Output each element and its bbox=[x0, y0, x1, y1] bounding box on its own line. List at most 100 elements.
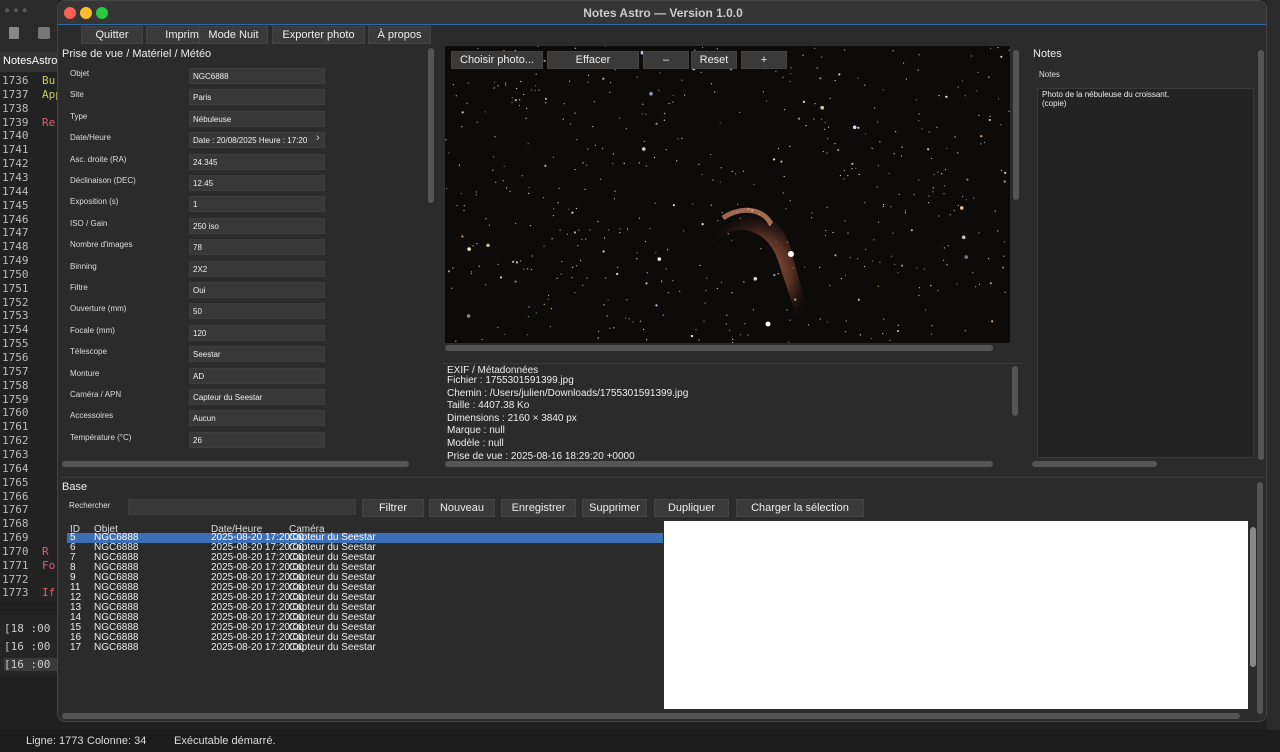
field-value-input[interactable]: Date : 20/08/2025 Heure : 17:20 bbox=[189, 132, 325, 149]
night-mode-button[interactable]: Mode Nuit bbox=[199, 26, 268, 44]
star bbox=[481, 338, 483, 341]
notes-horizontal-scrollbar[interactable] bbox=[1032, 461, 1157, 467]
star bbox=[844, 274, 846, 276]
vertical-scrollbar[interactable] bbox=[428, 48, 434, 203]
field-value-input[interactable]: 24.345 bbox=[189, 153, 325, 170]
delete-button[interactable]: Supprimer bbox=[582, 499, 647, 517]
field-value-input[interactable]: Capteur du Seestar bbox=[189, 389, 325, 405]
star bbox=[811, 217, 813, 219]
line-number: 1755 bbox=[2, 337, 29, 351]
zoom-out-button[interactable]: – bbox=[643, 51, 689, 69]
field-value-input[interactable]: Aucun bbox=[189, 410, 325, 427]
ide-tab[interactable]: NotesAstro2 bbox=[0, 52, 58, 72]
star bbox=[837, 148, 840, 152]
star bbox=[552, 156, 554, 158]
zoom-in-button[interactable]: + bbox=[741, 51, 787, 69]
field-value-input[interactable]: Nébuleuse bbox=[189, 110, 325, 127]
star bbox=[731, 239, 733, 241]
star bbox=[587, 148, 589, 150]
duplicate-button[interactable]: Dupliquer bbox=[654, 499, 729, 517]
star bbox=[882, 203, 885, 206]
copy-icon[interactable] bbox=[38, 27, 50, 39]
star bbox=[645, 282, 648, 285]
star bbox=[978, 283, 981, 285]
new-button[interactable]: Nouveau bbox=[429, 499, 495, 517]
line-number: 1758 bbox=[2, 378, 29, 392]
save-button[interactable]: Enregistrer bbox=[501, 499, 576, 517]
quit-button[interactable]: Quitter bbox=[81, 26, 143, 44]
star bbox=[824, 234, 826, 236]
star bbox=[820, 105, 824, 110]
exif-line: Prise de vue : 2025-08-16 18:29:20 +0000 bbox=[447, 450, 635, 462]
star bbox=[467, 247, 471, 251]
star bbox=[829, 284, 831, 287]
filter-button[interactable]: Filtrer bbox=[362, 499, 424, 517]
star bbox=[804, 266, 806, 268]
star bbox=[737, 203, 739, 205]
search-input[interactable] bbox=[128, 499, 356, 515]
field-value-input[interactable]: AD bbox=[189, 367, 325, 384]
star bbox=[484, 111, 486, 113]
file-icon[interactable] bbox=[9, 27, 19, 39]
field-value-input[interactable]: 78 bbox=[189, 239, 325, 256]
horizontal-scrollbar[interactable] bbox=[62, 461, 409, 467]
exif-vertical-scrollbar[interactable] bbox=[1012, 366, 1018, 416]
star bbox=[559, 229, 561, 231]
star bbox=[731, 292, 733, 294]
star bbox=[695, 329, 697, 331]
star bbox=[927, 202, 930, 204]
nebula-photo[interactable] bbox=[445, 46, 1010, 343]
field-value-input[interactable]: 12.45 bbox=[189, 175, 325, 191]
star bbox=[947, 245, 949, 247]
field-value-input[interactable]: 2X2 bbox=[189, 260, 325, 277]
field-value-input[interactable]: 50 bbox=[189, 303, 325, 320]
star bbox=[521, 175, 523, 177]
star bbox=[547, 298, 549, 300]
notes-vertical-scrollbar[interactable] bbox=[1258, 50, 1264, 460]
exif-horizontal-scrollbar[interactable] bbox=[445, 461, 993, 467]
star bbox=[551, 238, 553, 240]
star bbox=[893, 153, 895, 155]
table-row[interactable]: 17 NGC6888 2025-08-20 17:20:00 Capteur du S… bbox=[67, 643, 663, 653]
field-value-input[interactable]: Seestar bbox=[189, 346, 325, 363]
star bbox=[918, 113, 920, 115]
about-button[interactable]: À propos bbox=[368, 26, 431, 44]
star bbox=[603, 237, 606, 239]
field-value-input[interactable]: 1 bbox=[189, 196, 325, 213]
star bbox=[847, 175, 849, 177]
field-value-input[interactable]: Paris bbox=[189, 89, 325, 106]
field-value-input[interactable]: Oui bbox=[189, 282, 325, 298]
chevron-right-icon[interactable]: › bbox=[316, 132, 320, 144]
choose-photo-button[interactable]: Choisir photo... bbox=[451, 51, 543, 69]
star bbox=[661, 281, 663, 283]
table-cell: NGC6888 bbox=[94, 642, 139, 653]
field-value-input[interactable]: 26 bbox=[189, 431, 325, 448]
star bbox=[613, 198, 615, 200]
star bbox=[917, 69, 919, 71]
clear-button[interactable]: Effacer bbox=[547, 51, 639, 69]
photo-vertical-scrollbar[interactable] bbox=[1013, 50, 1019, 200]
star bbox=[775, 70, 777, 72]
star bbox=[608, 229, 610, 231]
field-value-input[interactable]: 250 iso bbox=[189, 217, 325, 234]
star bbox=[451, 287, 453, 289]
star bbox=[672, 204, 675, 207]
star bbox=[789, 80, 791, 82]
star bbox=[607, 299, 609, 301]
load-selection-button[interactable]: Charger la sélection bbox=[736, 499, 864, 517]
export-photo-button[interactable]: Exporter photo bbox=[272, 26, 365, 44]
star bbox=[605, 277, 607, 279]
reset-zoom-button[interactable]: Reset bbox=[691, 51, 737, 69]
star bbox=[666, 249, 668, 251]
star bbox=[844, 220, 846, 222]
star bbox=[970, 55, 973, 57]
photo-horizontal-scrollbar[interactable] bbox=[445, 345, 993, 351]
table-vertical-scrollbar[interactable] bbox=[1250, 527, 1256, 667]
field-value-input[interactable]: NGC6888 bbox=[189, 68, 325, 84]
base-horizontal-scrollbar[interactable] bbox=[62, 713, 1240, 719]
star bbox=[739, 111, 741, 113]
star bbox=[547, 294, 550, 296]
line-number: 1757 bbox=[2, 364, 29, 378]
field-value-input[interactable]: 120 bbox=[189, 324, 325, 341]
notes-textarea[interactable]: Photo de la nébuleuse du croissant. (cop… bbox=[1037, 88, 1254, 458]
